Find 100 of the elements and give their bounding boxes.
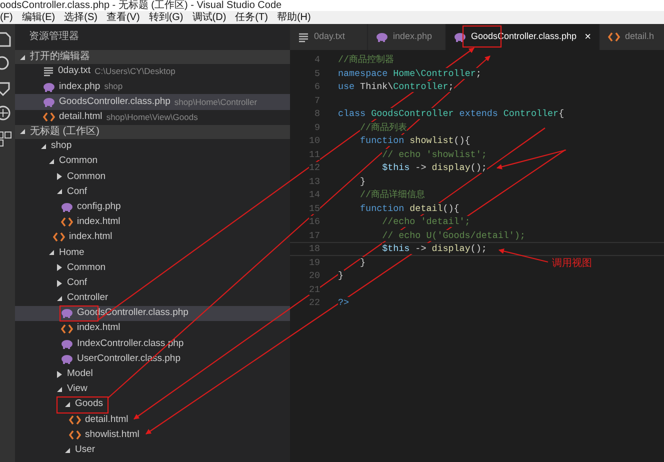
open-editor-row[interactable]: index.php shop xyxy=(15,79,290,94)
folder-row[interactable]: Model xyxy=(15,366,290,382)
folder-name: Common xyxy=(67,260,106,275)
code-brackets-icon xyxy=(608,32,620,42)
file-row[interactable]: showlist.html xyxy=(15,427,290,442)
line-number: 16 xyxy=(308,216,320,228)
explorer-title: 资源管理器 xyxy=(28,30,80,44)
folder-row[interactable]: User xyxy=(15,442,290,458)
menu-item[interactable]: 调试(D) xyxy=(192,11,226,24)
open-editor-row[interactable]: GoodsController.class.php shop\Home\Controller xyxy=(15,94,290,110)
folder-row[interactable]: Goods xyxy=(15,396,290,412)
file-row[interactable]: detail.html xyxy=(15,412,290,428)
file-name: detail.html xyxy=(85,412,128,427)
highlight-frame xyxy=(56,396,109,414)
menu-item[interactable]: 查看(V) xyxy=(106,11,140,24)
code-line: function showlist(){ xyxy=(359,135,470,146)
menu-item[interactable]: 帮助(H) xyxy=(276,11,311,24)
code-line: use Think\Controller; xyxy=(338,81,454,92)
close-icon[interactable]: × xyxy=(584,31,591,43)
files-icon[interactable] xyxy=(0,30,12,48)
shield-icon[interactable] xyxy=(0,80,12,98)
folder-row[interactable]: Controller xyxy=(15,290,290,306)
editor-tab[interactable]: detail.h xyxy=(600,24,664,50)
line-number: 8 xyxy=(314,108,320,120)
expand-arrow-icon xyxy=(56,264,63,272)
folder-row[interactable]: Home xyxy=(15,245,290,260)
file-row[interactable]: config.php xyxy=(15,200,290,215)
menu-item[interactable]: 选择(S) xyxy=(64,11,98,24)
collapse-arrow-icon xyxy=(48,249,55,256)
file-name: index.php xyxy=(59,80,100,94)
file-name: GoodsController.class.php xyxy=(59,94,170,109)
open-editor-row[interactable]: detail.html shop\Home\View\Goods xyxy=(15,110,290,125)
folder-name: Goods xyxy=(75,397,103,412)
tab-label: 0day.txt xyxy=(314,30,345,44)
line-number: 21 xyxy=(308,284,320,295)
code-brackets-icon xyxy=(61,217,73,228)
line-number: 17 xyxy=(308,230,320,241)
folder-name: View xyxy=(67,382,88,396)
file-row[interactable]: index.html xyxy=(15,214,290,230)
elephant-icon xyxy=(43,82,55,92)
file-name: detail.html xyxy=(59,110,102,124)
text-lines-icon xyxy=(298,32,309,42)
code-brackets-icon xyxy=(69,430,81,440)
collapse-arrow-icon xyxy=(64,446,71,454)
collapse-arrow-icon xyxy=(48,158,55,166)
menu-item[interactable]: 任务(T) xyxy=(235,11,268,24)
window-title: oodsController.class.php - 无标题 (工作区) - Visual Studio Code xyxy=(0,0,282,11)
extensions-icon[interactable] xyxy=(0,130,12,148)
elephant-icon xyxy=(61,354,73,364)
line-number: 15 xyxy=(308,202,320,214)
code-line: class GoodsController extends Controller{ xyxy=(338,108,564,120)
elephant-icon xyxy=(61,338,73,349)
expand-arrow-icon xyxy=(56,173,63,180)
file-name: 0day.txt xyxy=(58,64,91,78)
folder-row[interactable]: Common xyxy=(15,169,290,184)
folder-name: Conf xyxy=(67,276,88,290)
expand-arrow-icon xyxy=(56,280,63,287)
file-path: shop\Home\View\Goods xyxy=(106,110,198,124)
elephant-icon xyxy=(61,308,73,318)
menu-item[interactable]: 编辑(E) xyxy=(22,11,56,24)
file-row[interactable]: index.html xyxy=(15,321,290,336)
folder-name: User xyxy=(75,442,96,457)
file-name: config.php xyxy=(77,200,121,214)
expand-arrow-icon xyxy=(56,370,63,378)
line-number: 6 xyxy=(314,81,320,92)
annotation-label: 调用视图 xyxy=(552,256,592,271)
folder-row[interactable]: Common xyxy=(15,154,290,170)
folder-row[interactable]: shop xyxy=(15,138,290,154)
line-number: 11 xyxy=(308,148,320,160)
code-line: $this -> display(); xyxy=(381,162,487,174)
code-brackets-icon xyxy=(69,414,81,425)
open-editor-row[interactable]: 0day.txt C:\Users\CY\Desktop xyxy=(15,64,290,80)
folder-row[interactable]: Common xyxy=(15,260,290,276)
code-brackets-icon xyxy=(53,232,65,242)
code-line: namespace Home\Controller; xyxy=(338,68,482,79)
file-path: C:\Users\CY\Desktop xyxy=(94,65,176,78)
editor-tab[interactable]: 0day.txt xyxy=(290,24,368,50)
folder-row[interactable]: Conf xyxy=(15,184,290,200)
code-brackets-icon xyxy=(43,112,55,122)
menu-item[interactable]: (F) xyxy=(0,11,13,24)
folder-name: Common xyxy=(59,154,98,168)
file-path: shop\Home\Controller xyxy=(174,96,258,108)
file-name: showlist.html xyxy=(85,428,140,442)
tab-label: index.php xyxy=(393,30,432,44)
file-row[interactable]: index.html xyxy=(15,230,290,246)
folder-name: Conf xyxy=(67,184,88,199)
collapse-arrow-icon xyxy=(56,386,63,393)
folder-row[interactable]: Conf xyxy=(15,275,290,291)
folder-row[interactable]: View xyxy=(15,382,290,397)
line-number: 5 xyxy=(314,68,320,79)
line-number: 7 xyxy=(314,94,320,106)
folder-name: Home xyxy=(59,246,84,260)
folder-name: Model xyxy=(67,367,93,382)
bug-icon[interactable] xyxy=(0,105,12,123)
menu-item[interactable]: 转到(G) xyxy=(148,11,184,24)
editor-tab[interactable]: index.php xyxy=(368,24,446,50)
line-number: 13 xyxy=(308,176,320,187)
folder-name: Controller xyxy=(67,291,108,306)
text-lines-icon xyxy=(43,66,54,78)
elephant-icon xyxy=(376,32,388,42)
